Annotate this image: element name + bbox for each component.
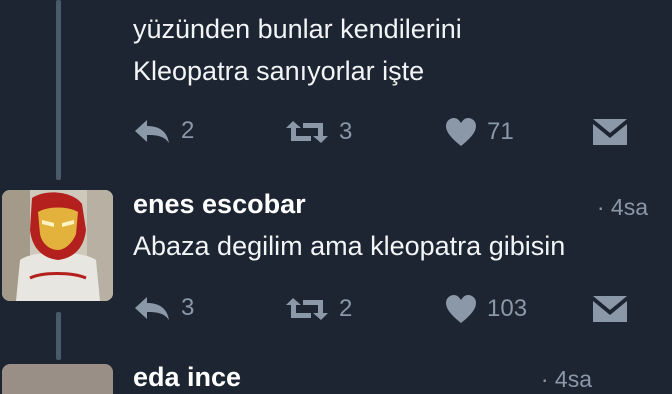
like-count: 71	[487, 118, 514, 145]
heart-icon	[445, 294, 477, 324]
thread-line-top	[56, 0, 61, 180]
retweet-icon	[285, 117, 329, 147]
reply-icon	[133, 117, 171, 145]
tweet-2-text: Abaza degilim ama kleopatra gibisin	[133, 231, 566, 261]
tweet-1-text-line-1: yüzünden bunlar kendilerini	[133, 14, 462, 44]
heart-icon	[445, 117, 477, 147]
retweet-button[interactable]: 2	[285, 294, 352, 324]
reply-count: 2	[181, 117, 195, 144]
tweet-1-actions: 2 3 71	[133, 117, 672, 151]
envelope-icon	[592, 294, 628, 324]
tweet-1-text-line-2: Kleopatra sanıyorlar işte	[133, 56, 425, 86]
like-button[interactable]: 71	[445, 117, 514, 147]
avatar[interactable]	[2, 364, 113, 394]
timestamp[interactable]: · 4sa	[541, 366, 592, 393]
like-count: 103	[487, 295, 528, 322]
message-button[interactable]	[592, 117, 628, 147]
reply-count: 3	[181, 294, 195, 321]
avatar[interactable]	[2, 190, 113, 301]
tweet-2-actions: 3 2 103	[133, 294, 672, 328]
timestamp[interactable]: · 4sa	[597, 194, 648, 221]
reply-button[interactable]: 3	[133, 294, 194, 322]
author-name[interactable]: enes escobar	[133, 189, 306, 220]
retweet-count: 3	[339, 118, 353, 145]
reply-icon	[133, 294, 171, 322]
reply-button[interactable]: 2	[133, 117, 194, 145]
retweet-button[interactable]: 3	[285, 117, 352, 147]
message-button[interactable]	[592, 294, 628, 324]
retweet-icon	[285, 294, 329, 324]
retweet-count: 2	[339, 295, 353, 322]
like-button[interactable]: 103	[445, 294, 527, 324]
thread-line-middle	[56, 312, 61, 360]
envelope-icon	[592, 117, 628, 147]
